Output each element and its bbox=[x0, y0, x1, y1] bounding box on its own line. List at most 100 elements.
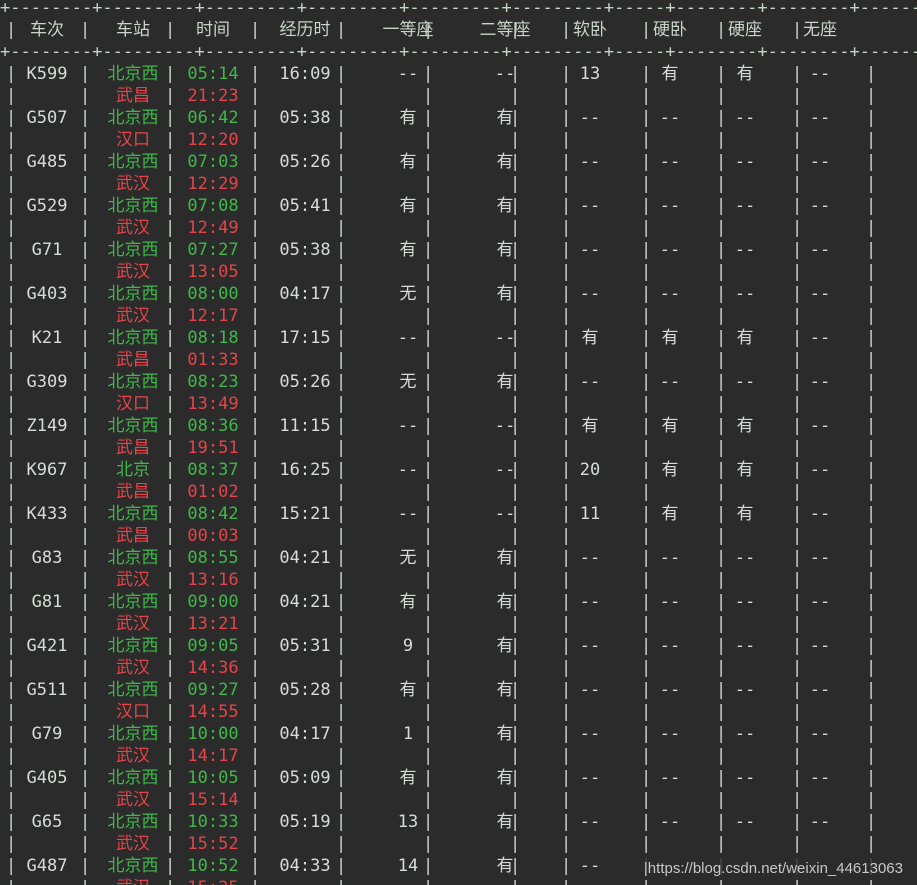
first-class-seat: 1 bbox=[402, 724, 414, 744]
column-divider: | bbox=[80, 570, 91, 590]
depart-time: 06:42 bbox=[187, 108, 239, 128]
column-divider: | bbox=[641, 768, 652, 788]
first-class-seat: 有 bbox=[399, 108, 417, 128]
soft-sleeper: -- bbox=[579, 856, 601, 876]
second-class-seat: 有 bbox=[496, 196, 514, 216]
soft-sleeper: -- bbox=[579, 240, 601, 260]
column-divider: | bbox=[6, 372, 17, 392]
column-divider: | bbox=[866, 746, 877, 766]
column-divider: | bbox=[561, 592, 572, 612]
from-station: 北京西 bbox=[107, 856, 159, 876]
column-divider: | bbox=[165, 856, 176, 876]
column-divider: | bbox=[792, 834, 803, 854]
column-divider: | bbox=[510, 834, 521, 854]
column-header: 经历时 bbox=[279, 20, 331, 40]
second-class-seat: 有 bbox=[496, 812, 514, 832]
column-divider: | bbox=[250, 240, 261, 260]
column-divider: | bbox=[423, 372, 434, 392]
hard-sleeper: -- bbox=[659, 152, 681, 172]
column-divider: | bbox=[561, 856, 572, 876]
column-divider: | bbox=[866, 460, 877, 480]
table-row-arrival: | | | | | | | | | | | | 武汉 15:52 bbox=[0, 833, 917, 855]
column-divider: | bbox=[716, 394, 727, 414]
column-divider: | bbox=[250, 350, 261, 370]
column-divider: | bbox=[641, 262, 652, 282]
column-divider: | bbox=[165, 877, 175, 885]
column-divider: | bbox=[510, 877, 520, 885]
column-divider: | bbox=[80, 856, 91, 876]
column-divider: | bbox=[641, 130, 652, 150]
depart-time: 08:37 bbox=[187, 460, 239, 480]
column-divider: | bbox=[423, 460, 434, 480]
train-number: G405 bbox=[26, 768, 68, 788]
column-divider: | bbox=[423, 416, 434, 436]
column-divider: | bbox=[80, 284, 91, 304]
column-divider: | bbox=[510, 614, 521, 634]
column-divider: | bbox=[6, 548, 17, 568]
column-divider: | bbox=[6, 680, 17, 700]
column-divider: | bbox=[866, 526, 877, 546]
arrive-time: 01:02 bbox=[187, 482, 239, 502]
column-divider: | bbox=[866, 768, 877, 788]
duration: 17:15 bbox=[279, 328, 331, 348]
column-divider: | bbox=[336, 284, 347, 304]
column-divider: | bbox=[866, 152, 877, 172]
column-divider: | bbox=[250, 526, 261, 546]
depart-time: 08:36 bbox=[187, 416, 239, 436]
column-divider: | bbox=[561, 152, 572, 172]
second-class-seat: -- bbox=[494, 64, 516, 84]
train-number: G487 bbox=[26, 856, 68, 876]
duration: 16:09 bbox=[279, 64, 331, 84]
column-divider: | bbox=[250, 790, 261, 810]
second-class-seat: -- bbox=[494, 416, 516, 436]
from-station: 北京西 bbox=[107, 548, 159, 568]
column-divider: | bbox=[423, 328, 434, 348]
hard-sleeper: 有 bbox=[661, 64, 679, 84]
column-divider: | bbox=[561, 108, 572, 128]
column-divider: | bbox=[423, 570, 434, 590]
table-row: | | | | | | | | | | | | G511 北京西 09:27 05:28 有有 -- -- -- -- bbox=[0, 679, 917, 701]
depart-time: 07:27 bbox=[187, 240, 239, 260]
column-divider: | bbox=[423, 306, 434, 326]
from-station: 北京西 bbox=[107, 812, 159, 832]
to-station: 武昌 bbox=[116, 86, 150, 106]
terminal-window: +--------+---------+---------+---------+… bbox=[0, 0, 917, 885]
column-divider: | bbox=[510, 174, 521, 194]
column-divider: | bbox=[641, 108, 652, 128]
table-row-arrival: | | | | | | | | | | | | 武汉 14:36 bbox=[0, 657, 917, 679]
hard-sleeper: 有 bbox=[661, 416, 679, 436]
table-row-arrival: | | | | | | | | | | | | 武汉 15:14 bbox=[0, 789, 917, 811]
column-divider: | bbox=[423, 526, 434, 546]
table-separator: +--------+---------+---------+---------+… bbox=[0, 0, 917, 18]
column-divider: | bbox=[866, 702, 877, 722]
column-header: 车次 bbox=[30, 20, 64, 40]
column-divider: | bbox=[80, 592, 91, 612]
column-divider: | bbox=[716, 790, 727, 810]
depart-time: 10:00 bbox=[187, 724, 239, 744]
column-divider: | bbox=[6, 504, 17, 524]
column-divider: | bbox=[80, 812, 91, 832]
table-row: | | | | | | | | | | | | G529 北京西 07:08 05:41 有有 -- -- -- -- bbox=[0, 195, 917, 217]
column-divider: | bbox=[6, 240, 17, 260]
soft-sleeper: -- bbox=[579, 768, 601, 788]
column-divider: | bbox=[423, 614, 434, 634]
column-divider: | bbox=[716, 592, 727, 612]
column-divider: | bbox=[423, 240, 434, 260]
column-divider: | bbox=[561, 64, 572, 84]
column-divider: | bbox=[641, 658, 652, 678]
column-divider: | bbox=[641, 372, 652, 392]
column-divider: | bbox=[561, 790, 572, 810]
train-number: K433 bbox=[26, 504, 68, 524]
arrive-time: 15:14 bbox=[187, 790, 239, 810]
column-divider: | bbox=[716, 350, 727, 370]
table-row: | | | | | | | | | | | | K21 北京西 08:18 17:15 -- -- 有有有 -- bbox=[0, 327, 917, 349]
column-divider: | bbox=[423, 86, 434, 106]
to-station: 武汉 bbox=[116, 570, 150, 590]
column-divider: | bbox=[792, 174, 803, 194]
column-divider: | bbox=[80, 614, 91, 634]
second-class-seat: 有 bbox=[496, 768, 514, 788]
no-seat: -- bbox=[809, 768, 831, 788]
no-seat: -- bbox=[809, 372, 831, 392]
column-divider: | bbox=[250, 218, 261, 238]
column-divider: | bbox=[641, 284, 652, 304]
